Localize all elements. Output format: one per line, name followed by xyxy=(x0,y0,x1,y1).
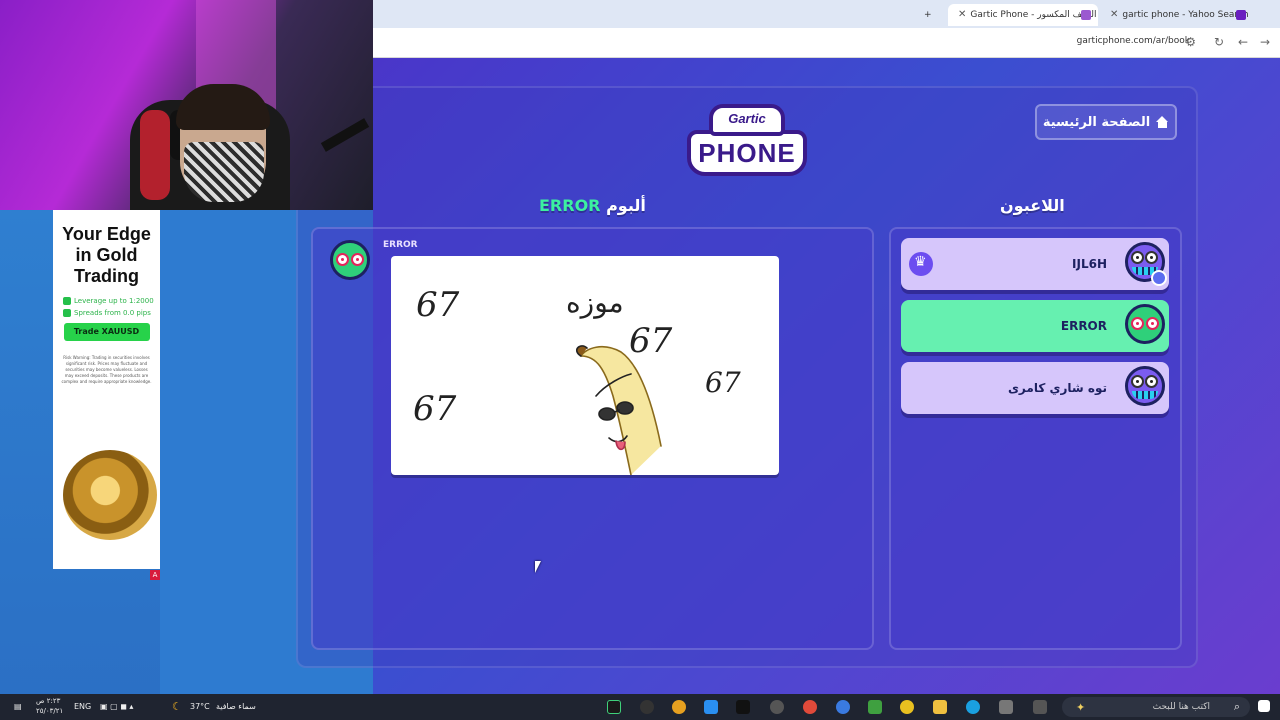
tab-gartic-phone[interactable]: ✕ Gartic Phone - الهاتف المكسور xyxy=(948,4,1098,26)
ad-bullet: Spreads from 0.0 pips xyxy=(63,309,160,317)
minecraft-taskbar-icon[interactable] xyxy=(868,700,882,714)
drawing-label: 67 xyxy=(705,366,741,399)
reload-icon[interactable]: ↻ xyxy=(1214,35,1224,49)
ad-disclaimer: Risk Warning: Trading in securities invo… xyxy=(61,355,152,384)
players-panel xyxy=(889,227,1182,650)
drawing-label: 67 xyxy=(416,285,460,325)
author-avatar xyxy=(330,240,370,280)
tab-yahoo-search[interactable]: ✕ gartic phone - Yahoo Search Re xyxy=(1100,4,1250,26)
steam-taskbar-icon[interactable] xyxy=(640,700,654,714)
clock-time[interactable]: ٢:٢٣ ص xyxy=(36,697,60,705)
check-icon xyxy=(63,297,71,305)
album-heading: ألبوم ERROR xyxy=(539,196,646,215)
app-taskbar-icon[interactable] xyxy=(736,700,750,714)
url-text[interactable]: garticphone.com/ar/book xyxy=(1077,36,1190,46)
address-bar[interactable]: garticphone.com/ar/book ⚙ ↻ ← → xyxy=(373,28,1280,58)
browser-tab-bar: + ✕ Gartic Phone - الهاتف المكسور ✕ gartic… xyxy=(373,0,1280,28)
player-name: IJL6H xyxy=(1072,257,1107,271)
edge-taskbar-icon[interactable] xyxy=(966,700,980,714)
store-taskbar-icon[interactable] xyxy=(999,700,1013,714)
notification-icon[interactable]: ▤ xyxy=(14,702,22,711)
settings-taskbar-icon[interactable] xyxy=(770,700,784,714)
gartic-favicon-icon xyxy=(1081,9,1091,20)
yahoo-favicon-icon xyxy=(1236,9,1246,20)
home-button[interactable]: الصفحة الرئيسية xyxy=(1035,104,1177,140)
gold-vault-image xyxy=(63,450,157,540)
search-placeholder: اكتب هنا للبحث xyxy=(1152,702,1210,712)
file-explorer-taskbar-icon[interactable] xyxy=(933,700,947,714)
weather-icon: ☾ xyxy=(172,700,182,713)
player-avatar xyxy=(1125,304,1165,344)
advertisement[interactable]: Your Edge in Gold Trading Leverage up to… xyxy=(53,210,160,569)
weather-desc[interactable]: سماء صافية xyxy=(216,702,256,711)
drawing-svg: 67 موزه 67 67 67 xyxy=(413,285,741,475)
clock-date[interactable]: ٢٥/٠٣/٢١ xyxy=(36,707,63,715)
crown-icon xyxy=(909,252,933,276)
app-taskbar-icon[interactable] xyxy=(672,700,686,714)
players-heading: اللاعبون xyxy=(1000,196,1065,215)
close-icon[interactable]: ✕ xyxy=(958,4,966,26)
search-icon: ⌕ xyxy=(1233,700,1240,713)
sparkle-icon: ✦ xyxy=(1076,701,1086,714)
language-indicator[interactable]: ENG xyxy=(74,702,91,711)
weather-temp[interactable]: 37°C xyxy=(190,702,210,711)
app-taskbar-icon[interactable] xyxy=(704,700,718,714)
player-row[interactable]: ERROR xyxy=(901,300,1169,352)
album-author-name: ERROR xyxy=(383,240,418,250)
new-tab-button[interactable]: + xyxy=(918,4,938,26)
drawing-label: موزه xyxy=(566,286,624,319)
windows-taskbar: ٢:٢٣ ص ٢٥/٠٣/٢١ ENG ▤ ▣ ▢ ◼ ▴ ☾ 37°C سما… xyxy=(0,694,1280,720)
player-name: ERROR xyxy=(1060,319,1107,333)
site-settings-icon[interactable]: ⚙ xyxy=(1185,35,1196,49)
drawing-label: 67 xyxy=(413,389,457,429)
app-taskbar-icon[interactable] xyxy=(900,700,914,714)
home-icon xyxy=(1156,116,1169,128)
ad-title: Your Edge in Gold Trading xyxy=(62,224,151,286)
player-name: توه شاري كامرى xyxy=(1007,381,1107,395)
close-icon[interactable]: ✕ xyxy=(1110,4,1118,26)
ad-cta-button[interactable]: Trade XAUUSD xyxy=(63,323,150,341)
drawing-canvas: 67 موزه 67 67 67 xyxy=(391,256,779,475)
ad-choices-icon[interactable]: A xyxy=(150,570,160,580)
player-row[interactable]: IJL6H xyxy=(901,238,1169,290)
chrome-active-taskbar-icon[interactable] xyxy=(836,700,850,714)
player-avatar xyxy=(1125,366,1165,406)
taskbar-search-box[interactable]: ✦ اكتب هنا للبحث ⌕ xyxy=(1062,697,1250,717)
back-icon[interactable]: ← xyxy=(1238,35,1248,49)
obs-taskbar-icon[interactable] xyxy=(607,700,621,714)
webcam-overlay xyxy=(0,0,373,210)
owner-badge-icon xyxy=(1151,270,1167,286)
player-row[interactable]: توه شاري كامرى xyxy=(901,362,1169,414)
mouse-cursor xyxy=(535,561,547,573)
windows-start-icon[interactable] xyxy=(1258,700,1270,712)
ad-bullet: Leverage up to 1:2000 xyxy=(63,297,160,305)
task-view-icon[interactable] xyxy=(1033,700,1047,714)
check-icon xyxy=(63,309,71,317)
chrome-taskbar-icon[interactable] xyxy=(803,700,817,714)
forward-icon[interactable]: → xyxy=(1260,35,1270,49)
gartic-phone-logo: PHONE Gartic xyxy=(687,104,807,176)
system-tray-icons[interactable]: ▣ ▢ ◼ ▴ xyxy=(100,702,133,711)
drawing-label: 67 xyxy=(629,321,673,361)
